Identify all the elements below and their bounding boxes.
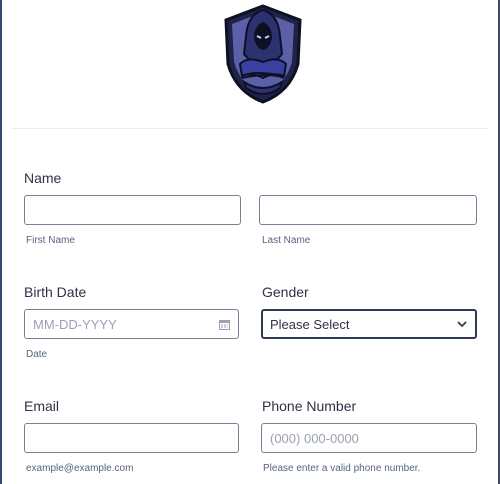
email-label: Email [24,398,60,414]
phone-number-placeholder: (000) 000-0000 [270,431,359,446]
phone-number-label: Phone Number [262,398,357,414]
first-name-input[interactable] [24,195,241,225]
chevron-down-icon [457,321,467,328]
email-input[interactable] [24,423,239,453]
last-name-sublabel: Last Name [262,235,311,246]
form-header [12,0,488,129]
email-sublabel: example@example.com [26,463,134,474]
first-name-sublabel: First Name [26,235,75,246]
phone-number-input[interactable]: (000) 000-0000 [261,423,477,453]
birth-date-sublabel: Date [26,349,48,360]
birth-date-input[interactable]: MM-DD-YYYY [24,309,239,339]
calendar-icon[interactable] [219,319,230,330]
gender-label: Gender [262,284,309,300]
gender-select[interactable]: Please Select [261,309,477,339]
last-name-input[interactable] [259,195,477,225]
name-label: Name [24,170,62,186]
hooded-figure-shield-logo [224,4,302,104]
birth-date-label: Birth Date [24,284,87,300]
phone-number-sublabel: Please enter a valid phone number. [263,463,421,474]
birth-date-placeholder: MM-DD-YYYY [33,317,117,332]
gender-selected-value: Please Select [270,317,350,332]
